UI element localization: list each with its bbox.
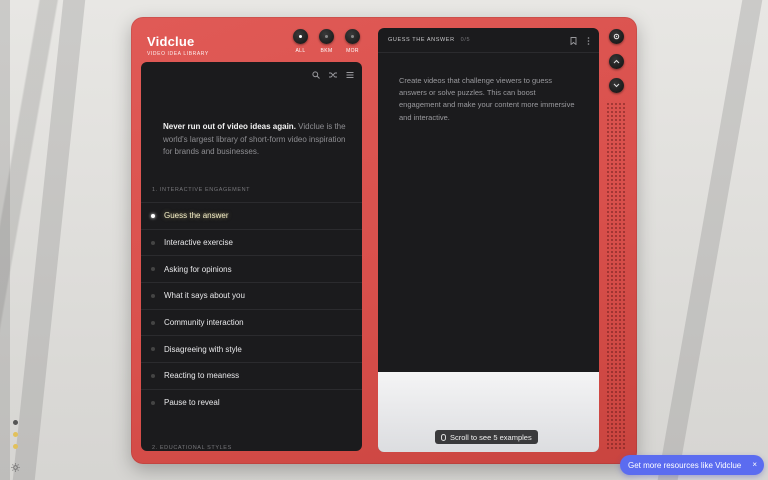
filter-all[interactable]: ALL [293, 29, 308, 54]
example-count: 0/5 [460, 37, 471, 43]
filter-mor[interactable]: MOR [345, 29, 360, 54]
idea-list-panel: Never run out of video ideas again. Vidc… [141, 62, 362, 451]
detail-title: GUESS THE ANSWER [388, 37, 455, 43]
detail-actions [570, 37, 590, 47]
promo-label: Get more resources like Vidclue [628, 460, 742, 470]
item-label: Guess the answer [164, 211, 229, 221]
bullet-icon [151, 400, 155, 405]
list-item[interactable]: Reacting to meaness [141, 362, 362, 389]
brand: Vidclue VIDEO IDEA LIBRARY [147, 34, 209, 57]
window-shadow [0, 0, 10, 480]
bullet-icon [151, 267, 155, 272]
detail-description: Create videos that challenge viewers to … [399, 76, 575, 122]
panel-toolbar [312, 71, 354, 79]
chevron-down-icon[interactable] [609, 78, 624, 93]
scroll-hint-label: Scroll to see 5 examples [450, 432, 532, 442]
detail-panel: GUESS THE ANSWER 0/5 Create videos that … [378, 28, 599, 452]
item-label: Disagreeing with style [164, 344, 242, 354]
item-label: Asking for opinions [164, 264, 232, 274]
bullet-icon [151, 320, 155, 325]
mouse-icon [441, 433, 446, 441]
device-frame: Vidclue VIDEO IDEA LIBRARY ALL BKM MOR N… [131, 17, 637, 464]
detail-header: GUESS THE ANSWER 0/5 [378, 28, 599, 53]
item-label: Reacting to meaness [164, 371, 240, 381]
bullet-icon [151, 213, 155, 218]
list-item[interactable]: Community interaction [141, 308, 362, 336]
filter-knob[interactable] [319, 29, 334, 44]
filter-knob[interactable] [345, 29, 360, 44]
bookmark-icon[interactable] [570, 37, 577, 47]
item-label: What it says about you [164, 291, 245, 301]
section-title: 2. EDUCATIONAL STYLES [152, 445, 232, 451]
example-preview[interactable]: Scroll to see 5 examples [378, 372, 599, 452]
filter-label: BKM [320, 48, 333, 54]
chevron-up-icon[interactable] [609, 54, 624, 69]
search-icon[interactable] [312, 71, 320, 79]
item-label: Pause to reveal [164, 398, 220, 408]
speaker-grille [606, 102, 626, 451]
status-dot [13, 444, 18, 449]
list-item[interactable]: Disagreeing with style [141, 335, 362, 362]
filter-bkm[interactable]: BKM [319, 29, 334, 54]
theme-toggle-icon[interactable] [11, 459, 20, 472]
idea-list: Guess the answer Interactive exercise As… [141, 202, 362, 416]
list-item[interactable]: Pause to reveal [141, 388, 362, 416]
brand-subtitle: VIDEO IDEA LIBRARY [147, 51, 209, 57]
status-dot [13, 420, 18, 425]
scroll-hint: Scroll to see 5 examples [435, 430, 538, 444]
menu-icon[interactable] [346, 71, 354, 79]
filter-label: ALL [295, 48, 306, 54]
item-label: Interactive exercise [164, 238, 233, 248]
intro-bold: Never run out of video ideas again. [163, 122, 296, 131]
bullet-icon [151, 347, 155, 352]
bullet-icon [151, 373, 155, 378]
list-item[interactable]: Interactive exercise [141, 228, 362, 256]
more-vertical-icon[interactable] [587, 37, 590, 47]
intro-text: Never run out of video ideas again. Vidc… [163, 121, 348, 159]
filter-label: MOR [346, 48, 359, 54]
bullet-icon [151, 293, 155, 298]
item-label: Community interaction [164, 318, 244, 328]
status-dot [13, 432, 18, 437]
close-icon[interactable]: × [752, 460, 757, 469]
promo-button[interactable]: Get more resources like Vidclue × [620, 455, 764, 475]
section-title: 1. INTERACTIVE ENGAGEMENT [152, 187, 251, 193]
list-item[interactable]: Asking for opinions [141, 255, 362, 282]
list-item[interactable]: Guess the answer [141, 202, 362, 229]
shuffle-icon[interactable] [329, 71, 337, 79]
brand-title: Vidclue [147, 34, 195, 49]
filter-knob[interactable] [293, 29, 308, 44]
list-item[interactable]: What it says about you [141, 282, 362, 309]
bullet-icon [151, 240, 155, 245]
settings-icon[interactable] [609, 29, 624, 44]
